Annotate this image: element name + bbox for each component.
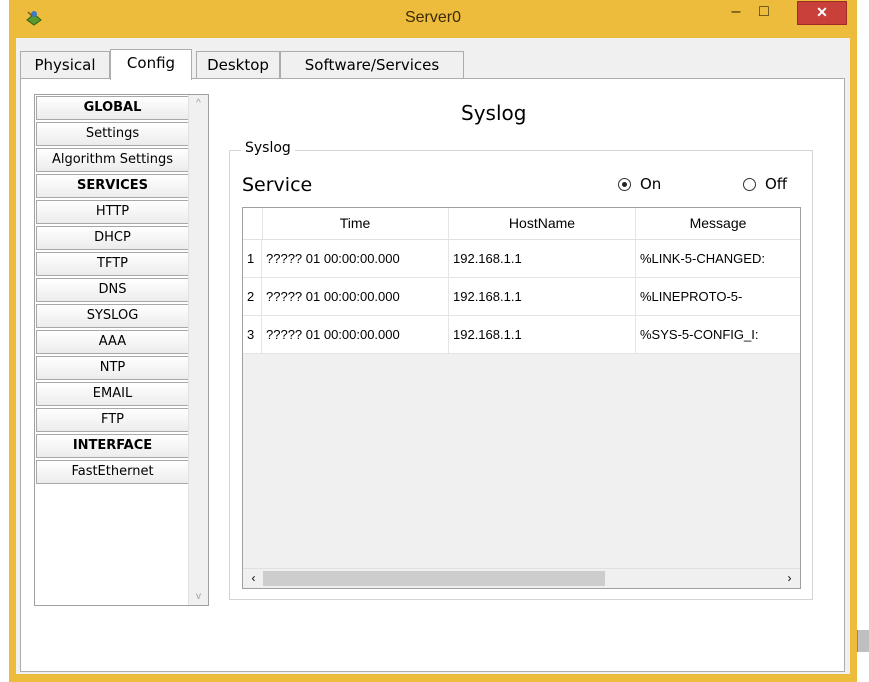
table-row[interactable]: 2 ????? 01 00:00:00.000 192.168.1.1 %LIN… xyxy=(243,278,800,316)
scroll-thumb[interactable] xyxy=(263,571,605,586)
table-row[interactable]: 1 ????? 01 00:00:00.000 192.168.1.1 %LIN… xyxy=(243,240,800,278)
tab-desktop[interactable]: Desktop xyxy=(196,51,280,79)
background-window-edge xyxy=(857,630,869,652)
nav-scrollbar[interactable]: ^ v xyxy=(188,95,208,605)
table-row[interactable]: 3 ????? 01 00:00:00.000 192.168.1.1 %SYS… xyxy=(243,316,800,354)
cell-message: %LINK-5-CHANGED: xyxy=(640,251,765,266)
nav-item-syslog[interactable]: SYSLOG xyxy=(36,304,189,328)
cell-time: ????? 01 00:00:00.000 xyxy=(262,278,449,315)
scroll-up-icon[interactable]: ^ xyxy=(189,95,208,112)
syslog-table: Time HostName Message 1 ????? 01 00:00:0… xyxy=(242,207,801,589)
nav-item-http[interactable]: HTTP xyxy=(36,200,189,224)
nav-item-dns[interactable]: DNS xyxy=(36,278,189,302)
row-number: 1 xyxy=(243,240,262,277)
scroll-right-icon[interactable]: › xyxy=(781,569,798,588)
table-horizontal-scrollbar[interactable]: ‹ › xyxy=(243,568,800,588)
nav-item-fastethernet[interactable]: FastEthernet xyxy=(36,460,189,484)
column-header-message[interactable]: Message xyxy=(636,208,800,239)
service-off-radio[interactable]: Off xyxy=(743,175,803,195)
table-header: Time HostName Message xyxy=(243,208,800,240)
config-panel: GLOBAL Settings Algorithm Settings SERVI… xyxy=(20,78,845,672)
config-nav-list: GLOBAL Settings Algorithm Settings SERVI… xyxy=(34,94,209,606)
nav-header-global: GLOBAL xyxy=(36,96,189,120)
maximize-button[interactable]: □ xyxy=(751,0,777,26)
tab-strip: Physical Config Desktop Software/Service… xyxy=(16,49,850,80)
nav-item-dhcp[interactable]: DHCP xyxy=(36,226,189,250)
service-on-radio[interactable]: On xyxy=(618,175,678,195)
service-off-label: Off xyxy=(765,175,788,193)
row-number: 2 xyxy=(243,278,262,315)
tab-config[interactable]: Config xyxy=(110,49,192,80)
cell-hostname: 192.168.1.1 xyxy=(449,316,636,353)
title-bar[interactable]: Server0 – □ ✕ xyxy=(9,0,857,36)
minimize-button[interactable]: – xyxy=(723,0,749,26)
column-header-hostname[interactable]: HostName xyxy=(449,208,636,239)
radio-unchecked-icon[interactable] xyxy=(743,178,756,191)
row-number: 3 xyxy=(243,316,262,353)
cell-message: %SYS-5-CONFIG_I: xyxy=(640,327,759,342)
nav-item-ftp[interactable]: FTP xyxy=(36,408,189,432)
column-header-time[interactable]: Time xyxy=(262,208,449,239)
nav-header-interface: INTERFACE xyxy=(36,434,189,458)
table-corner xyxy=(243,208,263,239)
nav-item-aaa[interactable]: AAA xyxy=(36,330,189,354)
radio-checked-icon[interactable] xyxy=(618,178,631,191)
client-area: Physical Config Desktop Software/Service… xyxy=(16,38,850,674)
close-button[interactable]: ✕ xyxy=(797,1,847,25)
cell-hostname: 192.168.1.1 xyxy=(449,278,636,315)
tab-physical[interactable]: Physical xyxy=(20,51,110,79)
page-title: Syslog xyxy=(461,101,527,125)
syslog-group-label: Syslog xyxy=(241,140,295,156)
nav-item-ntp[interactable]: NTP xyxy=(36,356,189,380)
server-window: Server0 – □ ✕ Physical Config Desktop So… xyxy=(9,0,857,682)
nav-item-algorithm-settings[interactable]: Algorithm Settings xyxy=(36,148,189,172)
cell-message: %LINEPROTO-5- xyxy=(640,289,743,304)
tab-software-services[interactable]: Software/Services xyxy=(280,51,464,79)
service-on-label: On xyxy=(640,175,662,193)
nav-item-email[interactable]: EMAIL xyxy=(36,382,189,406)
nav-item-settings[interactable]: Settings xyxy=(36,122,189,146)
cell-time: ????? 01 00:00:00.000 xyxy=(262,240,449,277)
nav-header-services: SERVICES xyxy=(36,174,189,198)
scroll-left-icon[interactable]: ‹ xyxy=(245,569,262,588)
cell-hostname: 192.168.1.1 xyxy=(449,240,636,277)
nav-item-tftp[interactable]: TFTP xyxy=(36,252,189,276)
scroll-down-icon[interactable]: v xyxy=(189,588,208,605)
service-label: Service xyxy=(242,174,313,196)
cell-time: ????? 01 00:00:00.000 xyxy=(262,316,449,353)
